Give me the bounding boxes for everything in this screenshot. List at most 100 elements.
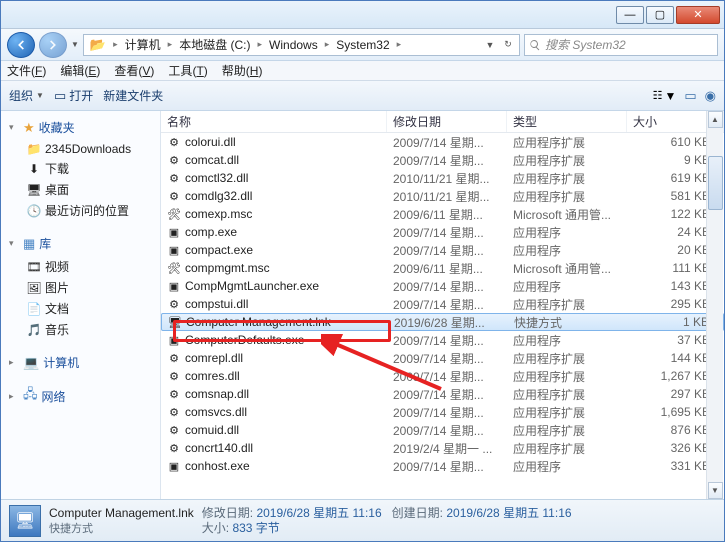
file-type: 应用程序	[507, 224, 627, 241]
file-name: colorui.dll	[185, 135, 236, 149]
video-icon: 🎞	[27, 260, 41, 274]
history-dropdown-icon[interactable]: ▼	[71, 40, 79, 49]
sidebar-item-pictures[interactable]: 🖼图片	[1, 277, 160, 298]
file-row[interactable]: ▣comp.exe2009/7/14 星期...应用程序24 KB	[161, 223, 724, 241]
menu-view[interactable]: 查看(V)	[114, 62, 154, 79]
scroll-down-button[interactable]: ▼	[708, 482, 723, 499]
file-row[interactable]: ▣compact.exe2009/7/14 星期...应用程序20 KB	[161, 241, 724, 259]
file-name: comcat.dll	[185, 153, 239, 167]
file-row[interactable]: ⚙compstui.dll2009/7/14 星期...应用程序扩展295 KB	[161, 295, 724, 313]
file-row[interactable]: 🛠comexp.msc2009/6/11 星期...Microsoft 通用管.…	[161, 205, 724, 223]
library-icon: ▦	[23, 236, 35, 252]
file-row[interactable]: ▣CompMgmtLauncher.exe2009/7/14 星期...应用程序…	[161, 277, 724, 295]
picture-icon: 🖼	[27, 281, 41, 295]
breadcrumb[interactable]: 📂 ▸ 计算机 ▸ 本地磁盘 (C:) ▸ Windows ▸ System32…	[83, 34, 520, 56]
organize-button[interactable]: 组织 ▼	[9, 87, 44, 104]
vertical-scrollbar[interactable]: ▲ ▼	[706, 111, 723, 499]
breadcrumb-drive[interactable]: 本地磁盘 (C:)	[175, 36, 254, 53]
file-icon: ⚙	[167, 297, 181, 311]
file-type: 应用程序扩展	[507, 422, 627, 439]
preview-pane-button[interactable]: ▭	[684, 88, 696, 104]
back-button[interactable]	[7, 32, 35, 58]
folder-icon: 📂	[86, 37, 110, 53]
sidebar-item-desktop[interactable]: 🖥桌面	[1, 179, 160, 200]
file-row[interactable]: ⚙comres.dll2009/7/14 星期...应用程序扩展1,267 KB	[161, 367, 724, 385]
file-date: 2009/7/14 星期...	[387, 224, 507, 241]
maximize-button[interactable]: ▢	[646, 6, 674, 24]
refresh-button[interactable]: ↻	[499, 39, 517, 50]
column-header-name[interactable]: 名称	[161, 111, 387, 132]
menu-tools[interactable]: 工具(T)	[168, 62, 207, 79]
chevron-right-icon: ▸	[255, 39, 266, 50]
sidebar-item-videos[interactable]: 🎞视频	[1, 256, 160, 277]
sidebar-favorites[interactable]: ▾★收藏夹	[9, 119, 160, 136]
file-row[interactable]: ⚙comsvcs.dll2009/7/14 星期...应用程序扩展1,695 K…	[161, 403, 724, 421]
sidebar-item-recent[interactable]: 🕓最近访问的位置	[1, 200, 160, 221]
sidebar-item-downloads[interactable]: ⬇下载	[1, 158, 160, 179]
menu-bar: 文件(F) 编辑(E) 查看(V) 工具(T) 帮助(H)	[1, 61, 724, 81]
scroll-up-button[interactable]: ▲	[708, 111, 723, 128]
breadcrumb-windows[interactable]: Windows	[265, 38, 322, 52]
file-row[interactable]: 🖥Computer Management.lnk2019/6/28 星期...快…	[161, 313, 724, 331]
file-type: 应用程序扩展	[507, 350, 627, 367]
file-row[interactable]: ⚙comcat.dll2009/7/14 星期...应用程序扩展9 KB	[161, 151, 724, 169]
sidebar-libraries[interactable]: ▾▦库	[9, 235, 160, 252]
file-row[interactable]: ⚙comrepl.dll2009/7/14 星期...应用程序扩展144 KB	[161, 349, 724, 367]
file-name: compact.exe	[185, 243, 253, 257]
file-name: compstui.dll	[185, 297, 248, 311]
scroll-thumb[interactable]	[708, 156, 723, 210]
sidebar-item-documents[interactable]: 📄文档	[1, 298, 160, 319]
breadcrumb-computer[interactable]: 计算机	[121, 36, 165, 53]
toolbar: 组织 ▼ ▭ 打开 新建文件夹 ☷▼ ▭ ◉	[1, 81, 724, 111]
column-header-date[interactable]: 修改日期	[387, 111, 507, 132]
file-icon: ⚙	[167, 423, 181, 437]
chevron-right-icon: ▸	[322, 39, 333, 50]
file-icon: ⚙	[167, 387, 181, 401]
menu-edit[interactable]: 编辑(E)	[60, 62, 100, 79]
file-type: 应用程序扩展	[507, 188, 627, 205]
sidebar-item-2345downloads[interactable]: 📁2345Downloads	[1, 140, 160, 158]
file-type: 应用程序扩展	[507, 440, 627, 457]
file-row[interactable]: ⚙comuid.dll2009/7/14 星期...应用程序扩展876 KB	[161, 421, 724, 439]
file-icon: ▣	[167, 333, 181, 347]
help-button[interactable]: ◉	[705, 88, 716, 104]
menu-help[interactable]: 帮助(H)	[222, 62, 263, 79]
file-row[interactable]: ⚙concrt140.dll2019/2/4 星期一 ...应用程序扩展326 …	[161, 439, 724, 457]
file-row[interactable]: ▣ComputerDefaults.exe2009/7/14 星期...应用程序…	[161, 331, 724, 349]
new-folder-button[interactable]: 新建文件夹	[103, 87, 163, 104]
file-row[interactable]: ⚙comctl32.dll2010/11/21 星期...应用程序扩展619 K…	[161, 169, 724, 187]
file-row[interactable]: ▣conhost.exe2009/7/14 星期...应用程序331 KB	[161, 457, 724, 475]
menu-file[interactable]: 文件(F)	[7, 62, 46, 79]
network-icon: 🖧	[23, 385, 38, 407]
file-type: 应用程序扩展	[507, 386, 627, 403]
file-row[interactable]: ⚙comsnap.dll2009/7/14 星期...应用程序扩展297 KB	[161, 385, 724, 403]
music-icon: 🎵	[27, 323, 41, 337]
file-icon: ⚙	[167, 189, 181, 203]
file-type: Microsoft 通用管...	[507, 260, 627, 277]
file-icon: ▣	[167, 459, 181, 473]
file-row[interactable]: ⚙colorui.dll2009/7/14 星期...应用程序扩展610 KB	[161, 133, 724, 151]
file-name: CompMgmtLauncher.exe	[185, 279, 319, 293]
content-area: ▾★收藏夹 📁2345Downloads ⬇下载 🖥桌面 🕓最近访问的位置 ▾ ▦…	[1, 111, 724, 499]
column-header-type[interactable]: 类型	[507, 111, 627, 132]
breadcrumb-dropdown-button[interactable]: ▼	[481, 40, 499, 50]
sidebar-network[interactable]: ▸🖧网络	[9, 385, 160, 407]
breadcrumb-system32[interactable]: System32	[332, 38, 393, 52]
sidebar-computer[interactable]: ▸💻计算机	[9, 354, 160, 371]
file-row[interactable]: ⚙comdlg32.dll2010/11/21 星期...应用程序扩展581 K…	[161, 187, 724, 205]
file-icon: ⚙	[167, 405, 181, 419]
open-button[interactable]: ▭ 打开	[54, 87, 93, 104]
search-input[interactable]: 搜索 System32	[524, 34, 718, 56]
forward-button[interactable]	[39, 32, 67, 58]
file-row[interactable]: 🛠compmgmt.msc2009/6/11 星期...Microsoft 通用…	[161, 259, 724, 277]
file-icon: 🛠	[167, 261, 181, 275]
computer-icon: 💻	[23, 355, 39, 371]
close-button[interactable]: ✕	[676, 6, 720, 24]
file-date: 2010/11/21 星期...	[387, 170, 507, 187]
minimize-button[interactable]: —	[616, 6, 644, 24]
sidebar-item-music[interactable]: 🎵音乐	[1, 319, 160, 340]
file-name: comexp.msc	[185, 207, 252, 221]
view-options-button[interactable]: ☷▼	[653, 89, 677, 103]
chevron-down-icon: ▾	[9, 238, 19, 249]
file-icon: ⚙	[167, 135, 181, 149]
